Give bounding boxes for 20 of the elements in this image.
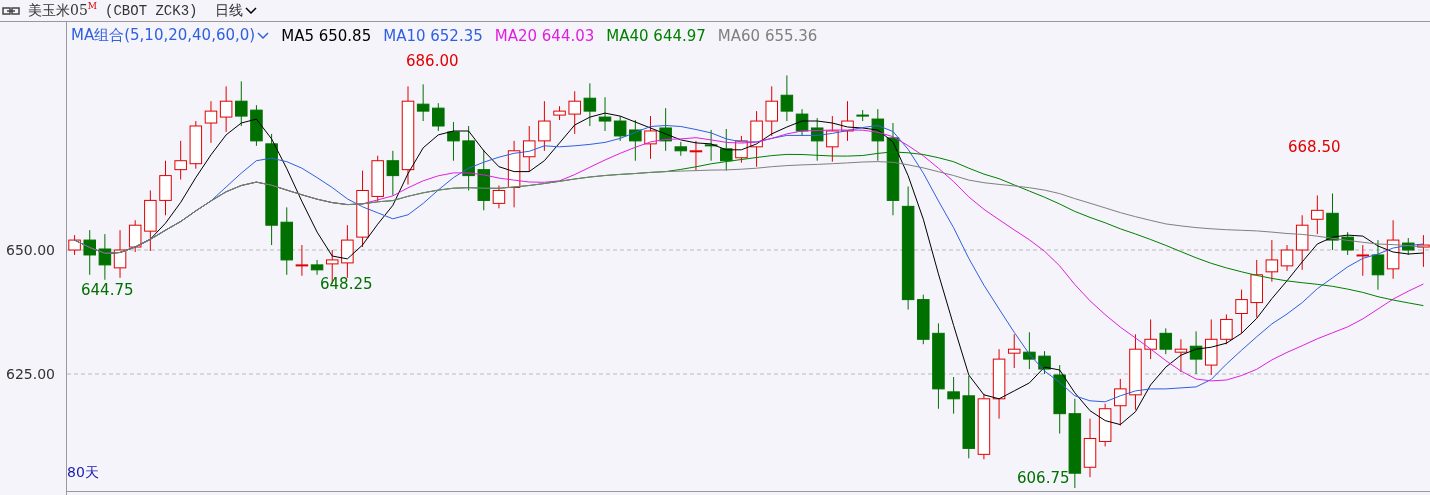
period-dropdown[interactable]: 日线 [215,1,258,20]
link-icon [2,6,20,15]
y-axis-label: 625.00 [6,366,55,382]
ma-group-dropdown[interactable]: MA组合(5,10,20,40,60,0) [71,26,270,45]
ma-value-label: MA20 644.03 [494,26,595,45]
symbol-code: (CBOT ZCK3) [105,2,198,19]
symbol-name: 美玉米05$^{M}$ [28,1,98,20]
price-annotation: 686.00 [406,52,459,70]
ma-value-label: MA60 655.36 [717,26,818,45]
price-annotation: 648.25 [320,275,373,293]
chevron-down-icon [257,31,270,40]
chevron-down-icon [245,6,258,15]
price-annotation: 644.75 [81,281,134,299]
price-annotation: 606.75 [1017,469,1070,487]
ma-value-label: MA5 650.85 [281,26,372,45]
ma-value-label: MA10 652.35 [383,26,483,45]
days-label: 80天 [67,464,99,482]
y-axis-label: 650.00 [6,242,55,258]
price-annotation: 668.50 [1288,138,1341,156]
ma-value-label: MA40 644.97 [606,26,706,45]
